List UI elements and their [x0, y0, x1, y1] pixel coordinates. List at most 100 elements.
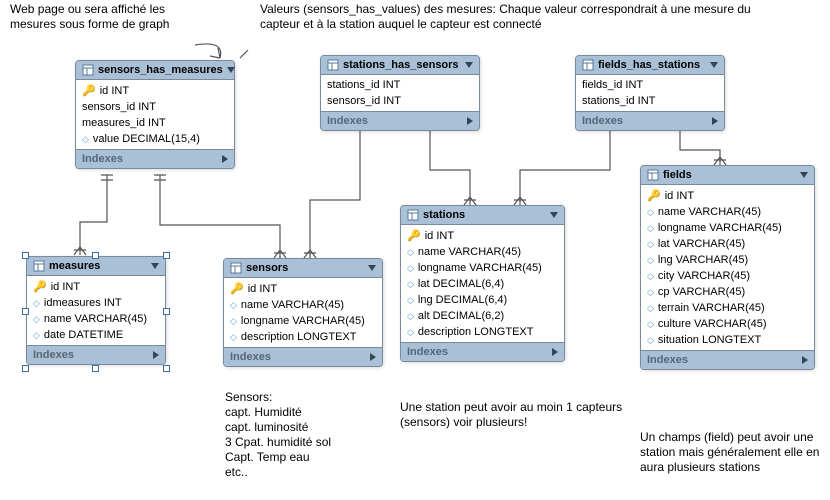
diamond-icon: ◇	[647, 223, 654, 234]
diamond-icon: ◇	[647, 255, 654, 266]
diamond-icon: ◇	[647, 271, 654, 282]
chevron-right-icon	[222, 155, 228, 163]
table-row[interactable]: ◇name VARCHAR(45)	[224, 297, 382, 313]
table-row[interactable]: sensors_id INT	[321, 93, 479, 109]
chevron-down-icon[interactable]	[368, 265, 376, 271]
diamond-icon: ◇	[407, 327, 414, 338]
table-row[interactable]: ◇ value DECIMAL(15,4)	[76, 131, 234, 147]
resize-handle[interactable]	[22, 365, 29, 372]
diamond-icon: ◇	[407, 279, 414, 290]
chevron-right-icon	[370, 353, 376, 361]
indexes-section[interactable]: Indexes	[641, 350, 814, 369]
table-row[interactable]: sensors_id INT	[76, 99, 234, 115]
table-row[interactable]: 🔑id INT	[224, 280, 382, 297]
column-label: id INT	[100, 85, 129, 97]
selection-handles	[26, 256, 166, 368]
resize-handle[interactable]	[163, 308, 170, 315]
column-label: id INT	[665, 190, 694, 202]
chevron-down-icon[interactable]	[550, 212, 558, 218]
chevron-down-icon[interactable]	[227, 67, 235, 73]
column-label: lng VARCHAR(45)	[658, 254, 748, 266]
key-icon: 🔑	[230, 282, 244, 295]
column-label: lat VARCHAR(45)	[658, 238, 745, 250]
table-row[interactable]: ◇ lng VARCHAR(45)	[641, 252, 814, 268]
indexes-label: Indexes	[407, 346, 448, 358]
resize-handle[interactable]	[92, 252, 99, 259]
table-row[interactable]: stations_id INT	[321, 77, 479, 93]
diamond-icon: ◇	[82, 134, 89, 145]
column-label: alt DECIMAL(6,2)	[418, 310, 504, 322]
indexes-section[interactable]: Indexes	[76, 149, 234, 168]
table-row[interactable]: ◇ terrain VARCHAR(45)	[641, 300, 814, 316]
table-row[interactable]: ◇cp VARCHAR(45)	[641, 284, 814, 300]
chevron-down-icon[interactable]	[800, 172, 808, 178]
key-icon: 🔑	[647, 189, 661, 202]
table-icon	[582, 59, 594, 71]
table-row[interactable]: ◇situation LONGTEXT	[641, 332, 814, 348]
column-label: fields_id INT	[582, 79, 643, 91]
table-row[interactable]: ◇longname VARCHAR(45)	[224, 313, 382, 329]
resize-handle[interactable]	[163, 252, 170, 259]
column-label: longname VARCHAR(45)	[418, 262, 542, 274]
resize-handle[interactable]	[163, 365, 170, 372]
table-columns: fields_id INT stations_id INT	[576, 75, 724, 111]
table-header[interactable]: stations	[401, 206, 564, 225]
table-stations[interactable]: stations 🔑id INT ◇name VARCHAR(45) ◇long…	[400, 205, 565, 362]
table-row[interactable]: measures_id INT	[76, 115, 234, 131]
table-title: fields_has_stations	[598, 59, 700, 71]
table-sensors[interactable]: sensors 🔑id INT ◇name VARCHAR(45) ◇longn…	[223, 258, 383, 367]
table-row[interactable]: 🔑 id INT	[641, 187, 814, 204]
table-row[interactable]: ◇ description LONGTEXT	[401, 324, 564, 340]
table-stations-has-sensors[interactable]: stations_has_sensors stations_id INT sen…	[320, 55, 480, 131]
table-header[interactable]: fields	[641, 166, 814, 185]
diamond-icon: ◇	[230, 300, 237, 311]
table-row[interactable]: ◇city VARCHAR(45)	[641, 268, 814, 284]
table-row[interactable]: ◇longname VARCHAR(45)	[641, 220, 814, 236]
column-label: culture VARCHAR(45)	[658, 318, 767, 330]
table-header[interactable]: fields_has_stations	[576, 56, 724, 75]
column-label: name VARCHAR(45)	[658, 206, 761, 218]
table-row[interactable]: stations_id INT	[576, 93, 724, 109]
table-row[interactable]: ◇name VARCHAR(45)	[641, 204, 814, 220]
table-fields[interactable]: fields 🔑id INT ◇name VARCHAR(45) ◇longna…	[640, 165, 815, 370]
chevron-down-icon[interactable]	[465, 62, 473, 68]
table-row[interactable]: 🔑id INT	[401, 227, 564, 244]
table-row[interactable]: ◇name VARCHAR(45)	[401, 244, 564, 260]
table-header[interactable]: sensors_has_measures	[76, 61, 234, 80]
table-row[interactable]: fields_id INT	[576, 77, 724, 93]
column-label: lat DECIMAL(6,4)	[418, 278, 504, 290]
table-row[interactable]: ◇longname VARCHAR(45)	[401, 260, 564, 276]
column-label: id INT	[425, 230, 454, 242]
resize-handle[interactable]	[22, 252, 29, 259]
table-fields-has-stations[interactable]: fields_has_stations fields_id INT statio…	[575, 55, 725, 131]
table-row[interactable]: ◇alt DECIMAL(6,2)	[401, 308, 564, 324]
resize-handle[interactable]	[22, 308, 29, 315]
resize-handle[interactable]	[92, 365, 99, 372]
column-label: description LONGTEXT	[418, 326, 534, 338]
table-title: stations_has_sensors	[343, 59, 459, 71]
column-label: terrain VARCHAR(45)	[658, 302, 765, 314]
table-sensors-has-measures[interactable]: sensors_has_measures 🔑id INT sensors_id …	[75, 60, 235, 169]
indexes-section[interactable]: Indexes	[321, 111, 479, 130]
table-header[interactable]: stations_has_sensors	[321, 56, 479, 75]
diamond-icon: ◇	[647, 303, 654, 314]
table-row[interactable]: ◇lng DECIMAL(6,4)	[401, 292, 564, 308]
table-row[interactable]: 🔑id INT	[76, 82, 234, 99]
indexes-section[interactable]: Indexes	[576, 111, 724, 130]
table-row[interactable]: ◇culture VARCHAR(45)	[641, 316, 814, 332]
annotation-field-stations: Un champs (field) peut avoir une station…	[640, 430, 820, 475]
table-header[interactable]: sensors	[224, 259, 382, 278]
table-title: sensors_has_measures	[98, 64, 223, 76]
chevron-down-icon[interactable]	[710, 62, 718, 68]
column-label: name VARCHAR(45)	[418, 246, 521, 258]
annotation-station-sensors: Une station peut avoir au moin 1 capteur…	[400, 400, 630, 430]
table-row[interactable]: ◇description LONGTEXT	[224, 329, 382, 345]
diamond-icon: ◇	[647, 239, 654, 250]
table-icon	[647, 169, 659, 181]
table-row[interactable]: ◇ lat DECIMAL(6,4)	[401, 276, 564, 292]
indexes-section[interactable]: Indexes	[401, 342, 564, 361]
column-label: value DECIMAL(15,4)	[93, 133, 200, 145]
table-row[interactable]: ◇ lat VARCHAR(45)	[641, 236, 814, 252]
chevron-right-icon	[552, 348, 558, 356]
indexes-section[interactable]: Indexes	[224, 347, 382, 366]
